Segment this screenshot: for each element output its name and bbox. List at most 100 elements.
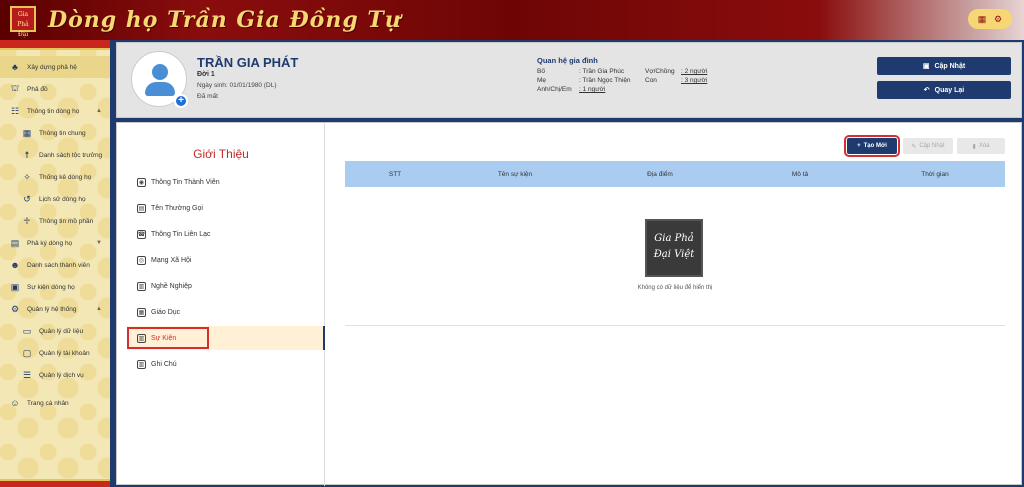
site-title: Dòng họ Trần Gia Đồng Tự xyxy=(48,7,402,33)
member-name: TRẦN GIA PHÁT xyxy=(197,55,299,70)
sidebar-item-thong-tin-chung[interactable]: ▦ Thông tin chung xyxy=(0,122,110,144)
column-header-location[interactable]: Địa điểm xyxy=(585,171,735,178)
contact-icon: ☎ xyxy=(137,229,146,239)
tab-mang-xa-hoi[interactable]: ◎ Mạng Xã Hội xyxy=(137,251,191,269)
sidebar-item-thong-ke-dong-ho[interactable]: ✧ Thống kê dòng họ xyxy=(0,166,110,188)
sidebar-item-thong-tin-mo-phan[interactable]: ♱ Thông tin mồ phần xyxy=(0,210,110,232)
chevron-up-icon: ▲ xyxy=(96,108,102,114)
siblings-label: Anh/Chị/Em xyxy=(537,86,572,93)
delete-event-button[interactable]: ▮ Xóa xyxy=(957,138,1005,154)
sidebar-bottom-strip xyxy=(0,479,110,487)
sidebar-item-label: Thông tin mồ phần xyxy=(39,217,94,225)
back-button[interactable]: ↶ Quay Lại xyxy=(877,81,1011,99)
intro-title: Giới Thiệu xyxy=(193,147,249,161)
tab-label: Ghi Chú xyxy=(151,360,177,368)
main-area: + TRẦN GIA PHÁT Đời 1 Ngày sinh: 01/01/1… xyxy=(114,40,1024,487)
delete-button-label: Xóa xyxy=(978,143,990,149)
sidebar-item-label: Danh sách thành viên xyxy=(27,261,90,269)
app-grid-icon[interactable]: ▦ xyxy=(977,14,987,24)
content-panel: Giới Thiệu ◉ Thông Tin Thành Viên ▤ Tên … xyxy=(116,122,1022,486)
tab-label: Giáo Dục xyxy=(151,308,181,316)
member-status: Đã mất xyxy=(197,93,218,100)
create-button-label: Tạo Mới xyxy=(863,143,887,149)
sidebar-item-danh-sach-thanh-vien[interactable]: ☻ Danh sách thành viên xyxy=(0,254,110,276)
create-event-button[interactable]: + Tạo Mới xyxy=(844,135,900,157)
edit-button-label: Cập Nhật xyxy=(919,143,945,149)
hierarchy-icon: ⛫ xyxy=(10,83,20,93)
table-divider xyxy=(345,325,1005,326)
add-photo-icon[interactable]: + xyxy=(174,94,188,108)
father-value[interactable]: : Trần Gia Phúc xyxy=(579,68,645,75)
sidebar-item-quan-ly-he-thong[interactable]: ⚙ Quản lý hệ thống ▲ xyxy=(0,298,110,320)
sidebar-item-lich-su-dong-ho[interactable]: ↺ Lịch sử dòng họ xyxy=(0,188,110,210)
sidebar-item-pha-do[interactable]: ⛫ Phả đồ xyxy=(0,78,110,100)
education-icon: ▦ xyxy=(137,307,146,317)
cog-icon: ⚙ xyxy=(10,303,20,314)
member-dob: Ngày sinh: 01/01/1980 (DL) xyxy=(197,82,277,89)
siblings-count-link[interactable]: : 1 người xyxy=(579,86,645,93)
sidebar-item-trang-ca-nhan[interactable]: ☺ Trang cá nhân xyxy=(0,392,110,414)
spouse-count-link[interactable]: : 2 người xyxy=(681,68,721,75)
users-icon: ☻ xyxy=(10,260,20,270)
family-relations: Quan hệ gia đình Bố : Trần Gia Phúc Vợ/C… xyxy=(537,56,721,93)
sidebar-item-label: Trang cá nhân xyxy=(27,399,69,407)
tab-giao-duc[interactable]: ▦ Giáo Dục xyxy=(137,303,180,321)
sidebar-item-quan-ly-tai-khoan[interactable]: ▢ Quản lý tài khoản xyxy=(0,342,110,364)
sidebar: ♣ Xây dựng phả hệ ⛫ Phả đồ ☷ Thông tin d… xyxy=(0,40,112,487)
sidebar-item-label: Phả ký dòng họ xyxy=(27,239,73,247)
sidebar-item-label: Quản lý tài khoản xyxy=(39,349,90,357)
gear-icon[interactable]: ⚙ xyxy=(993,14,1003,24)
tab-thong-tin-thanh-vien[interactable]: ◉ Thông Tin Thành Viên xyxy=(137,173,220,191)
tab-label: Thông Tin Thành Viên xyxy=(151,178,220,186)
mother-label: Mẹ xyxy=(537,77,547,84)
database-icon: ▭ xyxy=(22,325,32,336)
sidebar-item-thong-tin-dong-ho[interactable]: ☷ Thông tin dòng họ ▲ xyxy=(0,100,110,122)
intro-tabs: Giới Thiệu ◉ Thông Tin Thành Viên ▤ Tên … xyxy=(117,123,325,486)
update-profile-button[interactable]: ▣ Cập Nhật xyxy=(877,57,1011,75)
sidebar-item-label: Thống kê dòng họ xyxy=(39,173,92,181)
column-header-time[interactable]: Thời gian xyxy=(865,171,1005,178)
book-icon: ▤ xyxy=(10,237,20,248)
instagram-icon: ◎ xyxy=(137,255,146,265)
tab-ten-thuong-goi[interactable]: ▤ Tên Thường Gọi xyxy=(137,199,203,217)
children-count-link[interactable]: : 3 người xyxy=(681,77,721,84)
top-actions: ▦ ⚙ xyxy=(968,9,1012,29)
list-icon: ☰ xyxy=(22,369,32,380)
column-header-description[interactable]: Mô tả xyxy=(735,171,865,178)
sidebar-item-su-kien-dong-ho[interactable]: ▣ Sự kiện dòng họ xyxy=(0,276,110,298)
column-header-stt[interactable]: STT xyxy=(345,171,445,178)
calendar-icon: ▣ xyxy=(10,281,20,292)
tree-icon: ♣ xyxy=(12,62,18,72)
sidebar-item-pha-ky-dong-ho[interactable]: ▤ Phả ký dòng họ ▼ xyxy=(0,232,110,254)
highlight-box xyxy=(127,327,209,349)
avatar[interactable]: + xyxy=(131,51,188,108)
sidebar-item-quan-ly-dich-vu[interactable]: ☰ Quản lý dịch vụ xyxy=(0,364,110,386)
sidebar-item-quan-ly-du-lieu[interactable]: ▭ Quản lý dữ liệu xyxy=(0,320,110,342)
empty-state-logo: Gia Phả Đại Việt xyxy=(645,219,703,277)
sidebar-item-label: Quản lý dịch vụ xyxy=(39,371,84,379)
tab-label: Nghề Nghiệp xyxy=(151,282,192,290)
member-generation: Đời 1 xyxy=(197,71,215,78)
column-header-event-name[interactable]: Tên sự kiện xyxy=(445,171,585,178)
mother-value[interactable]: : Trần Ngọc Thiện xyxy=(579,77,645,84)
tab-thong-tin-lien-lac[interactable]: ☎ Thông Tin Liên Lạc xyxy=(137,225,211,243)
sidebar-item-xay-dung-pha-he[interactable]: ♣ Xây dựng phả hệ xyxy=(0,56,110,78)
tab-nghe-nghiep[interactable]: ▥ Nghề Nghiệp xyxy=(137,277,192,295)
update-button-label: Cập Nhật xyxy=(934,62,966,70)
tab-su-kien[interactable]: ▥ Sự Kiện xyxy=(127,326,325,350)
empty-state-message: Không có dữ liệu để hiển thị xyxy=(637,285,713,291)
sidebar-item-label: Sự kiện dòng họ xyxy=(27,283,75,291)
sidebar-item-label: Thông tin dòng họ xyxy=(27,107,80,115)
tab-ghi-chu[interactable]: ▥ Ghi Chú xyxy=(137,355,177,373)
profile-card: + TRẦN GIA PHÁT Đời 1 Ngày sinh: 01/01/1… xyxy=(116,42,1022,118)
sidebar-item-label: Phả đồ xyxy=(27,85,48,93)
sidebar-item-label: Danh sách tộc trưởng xyxy=(39,151,103,159)
edit-event-button[interactable]: ✎ Cập Nhật xyxy=(903,138,953,154)
grid-icon: ▦ xyxy=(22,127,32,138)
sidebar-item-label: Xây dựng phả hệ xyxy=(27,63,77,71)
chart-icon: ✧ xyxy=(23,171,31,182)
site-logo[interactable]: Gia PhảĐại Việt xyxy=(10,6,36,48)
sidebar-item-danh-sach-toc-truong[interactable]: ☨ Danh sách tộc trưởng xyxy=(0,144,110,166)
back-arrow-icon: ↶ xyxy=(923,87,930,94)
chevron-down-icon: ▼ xyxy=(96,240,102,246)
